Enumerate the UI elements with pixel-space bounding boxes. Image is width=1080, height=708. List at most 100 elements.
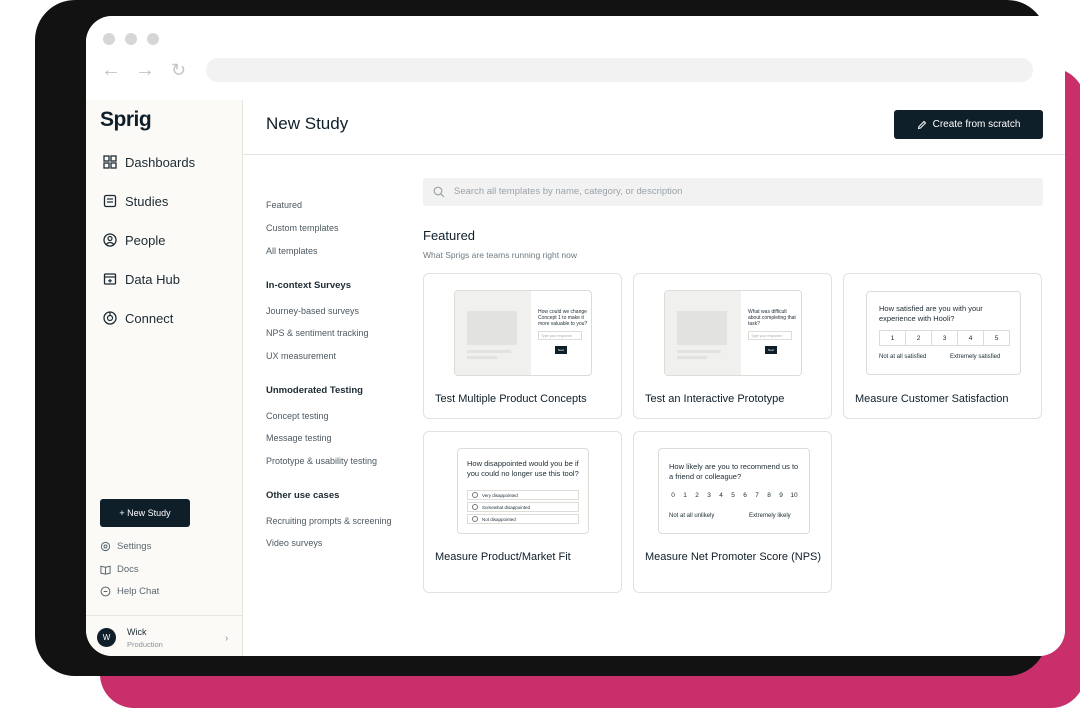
- chat-icon: [100, 586, 111, 597]
- page-header: New Study Create from scratch: [243, 100, 1065, 155]
- category-prototype-usability-testing[interactable]: Prototype & usability testing: [266, 456, 377, 466]
- connect-icon: [103, 311, 117, 325]
- category-featured[interactable]: Featured: [266, 200, 302, 210]
- featured-section-title: Featured: [423, 228, 476, 243]
- device-frame: ← → ↻ Sprig Dashboards Studies People Da…: [35, 0, 1065, 676]
- category-nps-sentiment-tracking[interactable]: NPS & sentiment tracking: [266, 328, 369, 338]
- category-message-testing[interactable]: Message testing: [266, 433, 332, 443]
- template-search-input[interactable]: Search all templates by name, category, …: [423, 178, 1043, 206]
- preview-next-button: Next: [555, 346, 567, 354]
- address-bar[interactable]: [206, 58, 1033, 82]
- template-card[interactable]: How satisfied are you with your experien…: [843, 273, 1042, 419]
- preview-question: How satisfied are you with your experien…: [879, 304, 983, 323]
- document-icon: [103, 194, 117, 208]
- template-card-title: Measure Net Promoter Score (NPS): [645, 551, 822, 563]
- category-group-title: Other use cases: [266, 490, 340, 501]
- sidebar-link-docs[interactable]: Docs: [100, 564, 139, 575]
- featured-section-subtitle: What Sprigs are teams running right now: [423, 250, 578, 260]
- category-all-templates[interactable]: All templates: [266, 246, 318, 256]
- sidebar-item-connect[interactable]: Connect: [103, 307, 173, 329]
- sidebar-item-studies[interactable]: Studies: [103, 190, 168, 212]
- template-card[interactable]: How likely are you to recommend us to a …: [633, 431, 832, 593]
- preview-question: How likely are you to recommend us to a …: [669, 462, 799, 481]
- create-from-scratch-label: Create from scratch: [932, 119, 1021, 130]
- preview-line: [467, 350, 511, 353]
- preview-line: [677, 350, 721, 353]
- template-preview: What was difficult about completing that…: [664, 290, 802, 376]
- user-switcher[interactable]: W Wick Production ›: [86, 615, 242, 656]
- user-name: Wick: [127, 627, 147, 637]
- sidebar-link-label: Docs: [117, 564, 139, 575]
- sidebar-item-dashboards[interactable]: Dashboards: [103, 151, 195, 173]
- template-preview: How likely are you to recommend us to a …: [658, 448, 810, 534]
- option-label: Somewhat disappointed: [482, 504, 531, 510]
- option-row: Somewhat disappointed: [467, 502, 579, 512]
- back-arrow-icon[interactable]: ←: [101, 60, 121, 80]
- preview-line: [467, 356, 497, 359]
- scale-low-label: Not at all unlikely: [669, 513, 715, 519]
- category-journey-based-surveys[interactable]: Journey-based surveys: [266, 306, 359, 316]
- preview-line: [677, 356, 707, 359]
- scale-option: 7: [755, 491, 759, 499]
- sidebar-item-label: Connect: [125, 310, 174, 326]
- scale-high-label: Extremely likely: [749, 513, 791, 519]
- category-video-surveys[interactable]: Video surveys: [266, 538, 322, 548]
- gear-icon: [100, 541, 111, 552]
- category-custom-templates[interactable]: Custom templates: [266, 223, 339, 233]
- sprig-logo: Sprig: [100, 108, 152, 131]
- preview-placeholder: [467, 311, 517, 345]
- create-from-scratch-button[interactable]: Create from scratch: [894, 110, 1043, 139]
- sidebar-link-help-chat[interactable]: Help Chat: [100, 586, 159, 597]
- scale-option: 9: [779, 491, 783, 499]
- template-preview: How could we change Concept 1 to make it…: [454, 290, 592, 376]
- option-label: Very disappointed: [482, 492, 518, 498]
- user-environment: Production: [127, 640, 163, 649]
- sidebar-item-data-hub[interactable]: Data Hub: [103, 268, 180, 290]
- scale-option: 1: [683, 491, 687, 499]
- sidebar-item-label: Data Hub: [125, 271, 180, 287]
- new-study-button[interactable]: + New Study: [100, 499, 190, 527]
- search-placeholder: Search all templates by name, category, …: [454, 186, 683, 197]
- scale-option: 4: [957, 330, 984, 346]
- pencil-icon: [917, 120, 926, 129]
- forward-arrow-icon[interactable]: →: [135, 60, 155, 80]
- option-row: Not disappointed: [467, 514, 579, 524]
- radio-icon: [472, 504, 478, 510]
- sidebar-item-label: Dashboards: [125, 154, 196, 170]
- template-preview: How satisfied are you with your experien…: [866, 291, 1021, 375]
- reload-icon[interactable]: ↻: [171, 60, 186, 80]
- category-recruiting-prompts-screening[interactable]: Recruiting prompts & screening: [266, 516, 392, 526]
- sidebar-item-label: Studies: [125, 193, 169, 209]
- scale-option: 4: [719, 491, 723, 499]
- scale-option: 3: [707, 491, 711, 499]
- template-card[interactable]: How disappointed would you be if you cou…: [423, 431, 622, 593]
- chevron-right-icon: ›: [225, 633, 229, 644]
- scale-option: 0: [671, 491, 675, 499]
- main-content: New Study Create from scratch Featured C…: [243, 100, 1065, 656]
- browser-window: ← → ↻ Sprig Dashboards Studies People Da…: [86, 16, 1065, 656]
- category-ux-measurement[interactable]: UX measurement: [266, 351, 336, 361]
- sidebar: Sprig Dashboards Studies People Data Hub…: [86, 100, 243, 656]
- preview-input: Type your response: [538, 331, 582, 340]
- scale-high-label: Extremely satisfied: [950, 354, 1001, 360]
- category-group-title: In-context Surveys: [266, 280, 351, 291]
- sidebar-link-settings[interactable]: Settings: [100, 541, 151, 552]
- avatar: W: [97, 628, 116, 647]
- scale-option: 2: [695, 491, 699, 499]
- template-card[interactable]: How could we change Concept 1 to make it…: [423, 273, 622, 419]
- grid-icon: [103, 155, 117, 169]
- template-card[interactable]: What was difficult about completing that…: [633, 273, 832, 419]
- category-concept-testing[interactable]: Concept testing: [266, 411, 329, 421]
- preview-input: Type your response: [748, 331, 792, 340]
- template-card-title: Test Multiple Product Concepts: [435, 393, 587, 405]
- window-dot: [147, 33, 159, 45]
- sidebar-item-label: People: [125, 232, 166, 248]
- preview-next-button: Next: [765, 346, 777, 354]
- sidebar-item-people[interactable]: People: [103, 229, 165, 251]
- scale-option: 2: [905, 330, 932, 346]
- preview-placeholder: [677, 311, 727, 345]
- scale-low-label: Not at all satisfied: [879, 354, 927, 360]
- search-icon: [433, 186, 445, 198]
- scale-option: 6: [743, 491, 747, 499]
- sidebar-link-label: Settings: [117, 541, 152, 552]
